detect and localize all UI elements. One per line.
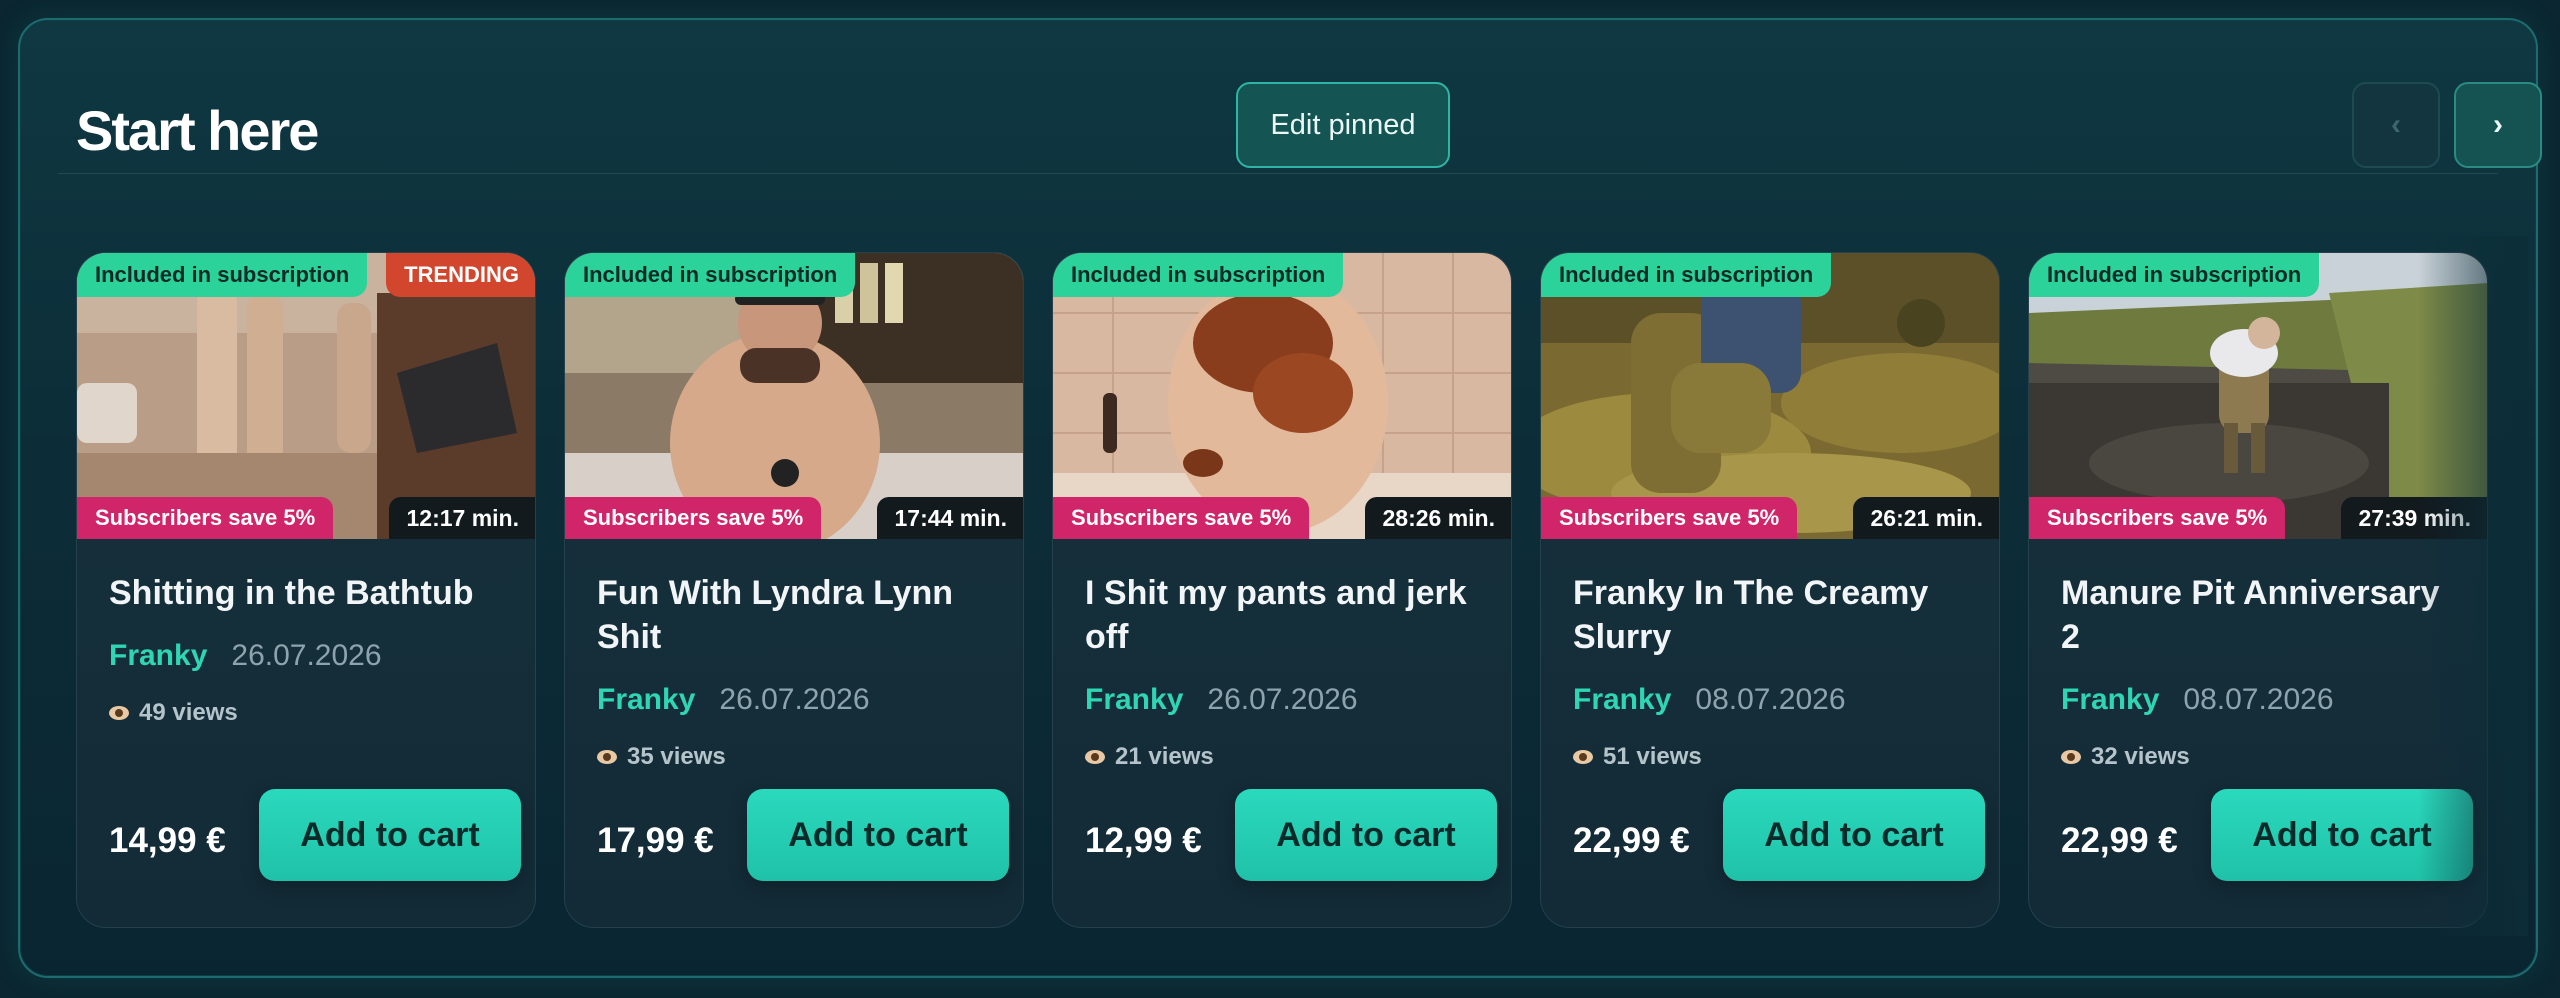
views-label: 32 views — [2091, 743, 2190, 770]
publish-date: 26.07.2026 — [231, 639, 382, 672]
subscriber-discount-badge: Subscribers save 5% — [565, 497, 822, 539]
product-meta: Franky 08.07.2026 — [2061, 683, 2334, 717]
author-link[interactable]: Franky — [1573, 683, 1671, 717]
author-link[interactable]: Franky — [109, 639, 207, 673]
add-to-cart-button[interactable]: Add to cart — [2211, 789, 2473, 881]
product-thumbnail[interactable]: Included in subscription TRENDING Subscr… — [77, 253, 535, 539]
product-thumbnail[interactable]: Included in subscription Subscribers sav… — [1053, 253, 1511, 539]
product-card[interactable]: Included in subscription Subscribers sav… — [1540, 252, 2000, 928]
eye-icon — [2061, 750, 2081, 764]
product-meta: Franky 26.07.2026 — [109, 639, 382, 673]
views-label: 49 views — [139, 699, 238, 726]
duration-badge: 26:21 min. — [1852, 497, 1999, 539]
eye-icon — [1573, 750, 1593, 764]
product-title[interactable]: Manure Pit Anniversary 2 — [2061, 571, 2461, 659]
author-link[interactable]: Franky — [597, 683, 695, 717]
subscription-badge: Included in subscription — [2029, 253, 2320, 297]
views-label: 35 views — [627, 743, 726, 770]
product-title[interactable]: I Shit my pants and jerk off — [1085, 571, 1485, 659]
subscription-badge: Included in subscription — [1053, 253, 1344, 297]
views-label: 51 views — [1603, 743, 1702, 770]
price: 22,99 € — [1573, 821, 1690, 860]
duration-badge: 12:17 min. — [388, 497, 535, 539]
product-thumbnail[interactable]: Included in subscription Subscribers sav… — [565, 253, 1023, 539]
add-to-cart-button[interactable]: Add to cart — [1723, 789, 1985, 881]
subscription-badge: Included in subscription — [77, 253, 368, 297]
product-card[interactable]: Included in subscription Subscribers sav… — [2028, 252, 2488, 928]
subscription-badge: Included in subscription — [565, 253, 856, 297]
duration-badge: 27:39 min. — [2340, 497, 2487, 539]
product-title[interactable]: Franky In The Creamy Slurry — [1573, 571, 1973, 659]
view-count: 32 views — [2061, 743, 2190, 771]
edit-pinned-button[interactable]: Edit pinned — [1236, 82, 1450, 168]
views-label: 21 views — [1115, 743, 1214, 770]
eye-icon — [597, 750, 617, 764]
chevron-left-icon[interactable]: ‹ — [2352, 82, 2440, 168]
subscription-badge: Included in subscription — [1541, 253, 1832, 297]
eye-icon — [109, 706, 129, 720]
price: 12,99 € — [1085, 821, 1202, 860]
view-count: 21 views — [1085, 743, 1214, 771]
publish-date: 26.07.2026 — [1207, 683, 1358, 716]
section-header: Start here Edit pinned ‹ › — [58, 64, 2542, 174]
add-to-cart-button[interactable]: Add to cart — [259, 789, 521, 881]
product-title[interactable]: Fun With Lyndra Lynn Shit — [597, 571, 997, 659]
view-count: 35 views — [597, 743, 726, 771]
start-here-section: Start here Edit pinned ‹ › Included in s… — [18, 18, 2542, 978]
product-meta: Franky 08.07.2026 — [1573, 683, 1846, 717]
section-title: Start here — [76, 99, 319, 162]
chevron-right-icon[interactable]: › — [2454, 82, 2542, 168]
view-count: 51 views — [1573, 743, 1702, 771]
add-to-cart-button[interactable]: Add to cart — [1235, 789, 1497, 881]
add-to-cart-button[interactable]: Add to cart — [747, 789, 1009, 881]
product-card[interactable]: Included in subscription Subscribers sav… — [564, 252, 1024, 928]
product-title[interactable]: Shitting in the Bathtub — [109, 571, 509, 615]
product-meta: Franky 26.07.2026 — [597, 683, 870, 717]
author-link[interactable]: Franky — [1085, 683, 1183, 717]
trending-badge: TRENDING — [386, 253, 535, 297]
product-meta: Franky 26.07.2026 — [1085, 683, 1358, 717]
publish-date: 08.07.2026 — [2183, 683, 2334, 716]
product-card[interactable]: Included in subscription Subscribers sav… — [1052, 252, 1512, 928]
subscriber-discount-badge: Subscribers save 5% — [77, 497, 334, 539]
subscriber-discount-badge: Subscribers save 5% — [1541, 497, 1798, 539]
product-carousel: Included in subscription TRENDING Subscr… — [58, 236, 2528, 936]
duration-badge: 28:26 min. — [1364, 497, 1511, 539]
product-thumbnail[interactable]: Included in subscription Subscribers sav… — [2029, 253, 2487, 539]
product-card[interactable]: Included in subscription TRENDING Subscr… — [76, 252, 536, 928]
duration-badge: 17:44 min. — [876, 497, 1023, 539]
subscriber-discount-badge: Subscribers save 5% — [2029, 497, 2286, 539]
view-count: 49 views — [109, 699, 238, 727]
price: 14,99 € — [109, 821, 226, 860]
publish-date: 26.07.2026 — [719, 683, 870, 716]
price: 17,99 € — [597, 821, 714, 860]
eye-icon — [1085, 750, 1105, 764]
subscriber-discount-badge: Subscribers save 5% — [1053, 497, 1310, 539]
author-link[interactable]: Franky — [2061, 683, 2159, 717]
publish-date: 08.07.2026 — [1695, 683, 1846, 716]
product-thumbnail[interactable]: Included in subscription Subscribers sav… — [1541, 253, 1999, 539]
price: 22,99 € — [2061, 821, 2178, 860]
